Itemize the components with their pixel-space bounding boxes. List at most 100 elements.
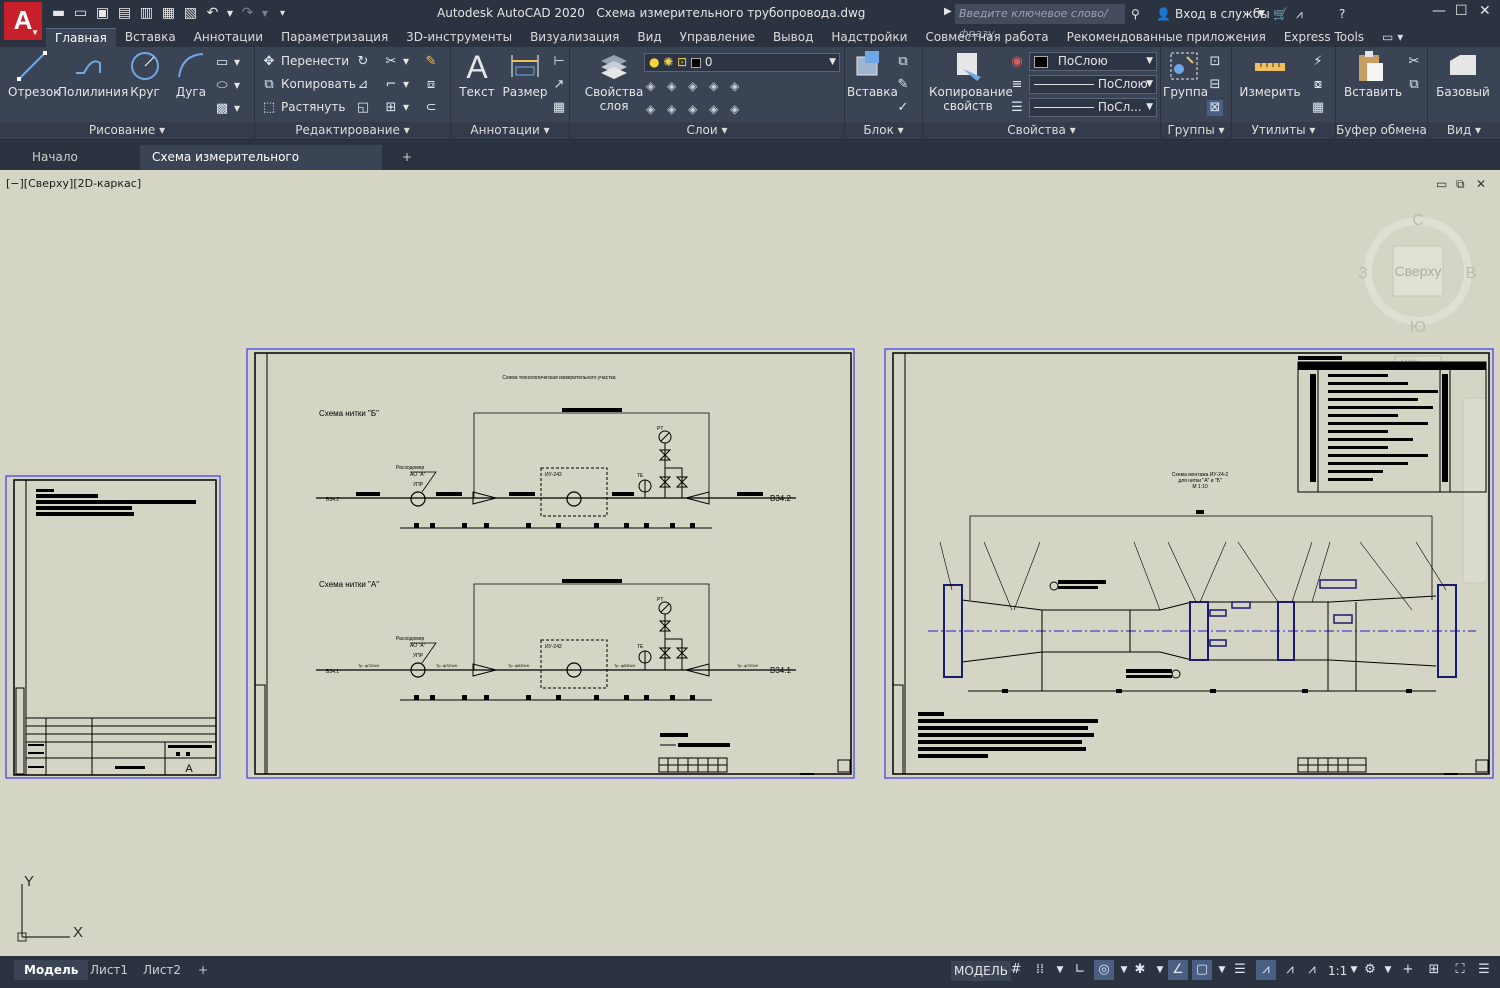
tab-addins[interactable]: Надстройки <box>822 28 916 47</box>
sheet-3-frame[interactable]: Схема монтажа ИУ-24-2 для нитки "А" и "Б… <box>884 348 1494 779</box>
tab-active-drawing[interactable]: Схема измерительного трубопровода* ✕ <box>140 145 382 189</box>
layer-tools-row2[interactable]: ◈ ◈ ◈ ◈ ◈ <box>646 100 743 118</box>
save-as-icon[interactable]: ▤ <box>116 5 133 22</box>
cart-icon[interactable]: 🛒 <box>1273 4 1288 24</box>
redo-icon[interactable]: ↷ <box>239 5 256 22</box>
tab-collaborate[interactable]: Совместная работа <box>916 28 1057 47</box>
table-button[interactable]: ▦ <box>551 98 571 116</box>
stretch-button[interactable]: ⬚ Растянуть <box>261 98 346 116</box>
minimize-button[interactable]: — <box>1432 3 1446 19</box>
binoculars-icon[interactable]: ⚲ <box>1131 4 1140 24</box>
sheet-1-frame[interactable]: A <box>5 475 221 779</box>
search-input[interactable]: Введите ключевое слово/фразу <box>955 4 1125 40</box>
panel-draw-label[interactable]: Рисование ▾ <box>0 122 254 138</box>
tab-annotate[interactable]: Аннотации <box>185 28 272 47</box>
drawing-canvas[interactable]: [−][Сверху][2D-каркас] ▭ ⧉ ✕ Сверху С Ю … <box>0 170 1500 956</box>
snap-icon[interactable]: ⁞⁞ <box>1030 960 1050 980</box>
save-web-icon[interactable]: ▦ <box>160 5 177 22</box>
mirror-button[interactable]: ⊿ <box>355 75 375 93</box>
polyline-button[interactable]: Полилиния <box>58 49 128 99</box>
undo-icon[interactable]: ↶ <box>204 5 221 22</box>
tab-3d-tools[interactable]: 3D-инструменты <box>397 28 521 47</box>
annotation-scale-icon[interactable]: ⩘ <box>1302 960 1322 980</box>
new-icon[interactable]: ▬ <box>50 5 67 22</box>
isodraft-icon[interactable]: ✱ <box>1130 960 1150 980</box>
tab-layout2[interactable]: Лист2 <box>133 960 191 980</box>
select-all-button[interactable]: ⧇ <box>1310 75 1330 93</box>
explode-button[interactable]: ⧈ <box>423 75 443 93</box>
units-icon[interactable]: ⊞ <box>1424 960 1444 980</box>
viewcube[interactable]: Сверху С Ю З В МСК <box>1358 212 1476 370</box>
help-icon[interactable]: ? <box>1339 4 1345 24</box>
signin-dropdown-icon[interactable]: ▼ <box>1258 4 1265 24</box>
copy-button[interactable]: ⧉ Копировать <box>261 75 356 93</box>
panel-annotation-label[interactable]: Аннотации ▾ <box>451 122 569 138</box>
tab-output[interactable]: Вывод <box>764 28 822 47</box>
linetype-dropdown[interactable]: ПоСлою ▼ <box>1029 75 1157 94</box>
search-expand-icon[interactable]: ▶ <box>944 6 952 17</box>
annotation-visibility-icon[interactable]: ⩘ <box>1256 960 1276 980</box>
trim-button[interactable]: ✂ ▾ <box>383 52 409 70</box>
tab-featured-apps[interactable]: Рекомендованные приложения <box>1058 28 1275 47</box>
line-button[interactable]: Отрезок <box>8 49 60 99</box>
tab-manage[interactable]: Управление <box>671 28 764 47</box>
redo-dropdown-icon[interactable]: ▼ <box>261 5 269 22</box>
measure-button[interactable]: Измерить <box>1238 49 1302 99</box>
panel-utilities-label[interactable]: Утилиты ▾ <box>1232 122 1335 138</box>
save-icon[interactable]: ▣ <box>94 5 111 22</box>
autodesk-app-icon[interactable]: ⩘ <box>1296 4 1303 24</box>
fillet-button[interactable]: ⌐ ▾ <box>383 75 409 93</box>
color-dropdown[interactable]: ПоСлою ▼ <box>1029 52 1157 71</box>
ungroup-button[interactable]: ⊡ <box>1207 52 1227 70</box>
quick-select-button[interactable]: ⚡ <box>1310 52 1330 70</box>
panel-clipboard-label[interactable]: Буфер обмена <box>1336 122 1427 138</box>
copy-clip-button[interactable]: ⧉ <box>1406 75 1426 93</box>
panel-properties-label[interactable]: Свойства ▾ <box>923 122 1160 138</box>
open-icon[interactable]: ▭ <box>72 5 89 22</box>
circle-button[interactable]: Круг <box>126 49 164 99</box>
customize-qat-icon[interactable]: ▾ <box>274 5 291 22</box>
snap-dropdown-icon[interactable]: ▼ <box>1050 960 1070 980</box>
group-button[interactable]: Группа <box>1163 49 1208 99</box>
lineweight-icon-button[interactable]: ≡ <box>1009 75 1029 93</box>
arc-button[interactable]: Дуга <box>172 49 210 99</box>
scale-button[interactable]: ◱ <box>355 98 375 116</box>
maximize-button[interactable]: ☐ <box>1455 3 1468 19</box>
erase-button[interactable]: ✎ <box>423 52 443 70</box>
calculator-button[interactable]: ▦ <box>1310 98 1330 116</box>
user-icon[interactable]: 👤 <box>1156 4 1171 24</box>
lineweight-dropdown[interactable]: ПоСл... ▼ <box>1029 98 1157 117</box>
grid-icon[interactable]: # <box>1006 960 1026 980</box>
dimension-button[interactable]: Размер <box>501 49 549 99</box>
panel-view-label[interactable]: Вид ▾ <box>1428 122 1500 138</box>
tab-view[interactable]: Вид <box>628 28 670 47</box>
tab-layout1[interactable]: Лист1 <box>80 960 138 980</box>
rotate-button[interactable]: ↻ <box>355 52 375 70</box>
group-select-button[interactable]: ⊠ <box>1207 98 1227 116</box>
object-snap-tracking-icon[interactable]: ∠ <box>1168 960 1188 980</box>
workspace-gear-icon[interactable]: ⚙ <box>1360 960 1380 980</box>
new-tab-button[interactable]: + <box>390 145 424 170</box>
navigation-bar[interactable] <box>1462 397 1488 584</box>
tab-express-tools[interactable]: Express Tools <box>1275 28 1373 47</box>
group-edit-button[interactable]: ⊟ <box>1207 75 1227 93</box>
auto-scale-icon[interactable]: ⩘ <box>1280 960 1300 980</box>
add-layout-button[interactable]: + <box>188 960 218 980</box>
panel-groups-label[interactable]: Группы ▾ <box>1161 122 1231 138</box>
rectangle-button[interactable]: ▭ ▾ <box>214 53 240 71</box>
signin-button[interactable]: Вход в службы <box>1175 4 1270 24</box>
create-block-button[interactable]: ⧉ <box>895 52 915 70</box>
panel-layers-label[interactable]: Слои ▾ <box>570 122 844 138</box>
move-button[interactable]: ✥ Перенести <box>261 52 349 70</box>
layer-tools-row1[interactable]: ◈ ◈ ◈ ◈ ◈ <box>646 77 743 95</box>
sheet-2-frame[interactable]: Схема технологическая измерительного уча… <box>246 348 855 779</box>
plot-icon[interactable]: ▧ <box>182 5 199 22</box>
isodraft-dropdown-icon[interactable]: ▼ <box>1150 960 1170 980</box>
paste-button[interactable]: Вставить <box>1344 49 1402 99</box>
customize-statusbar-icon[interactable]: ☰ <box>1474 960 1494 980</box>
workspace-dropdown-icon[interactable]: ▼ <box>1378 960 1398 980</box>
tab-parametric[interactable]: Параметризация <box>272 28 397 47</box>
offset-button[interactable]: ⊂ <box>423 98 443 116</box>
object-snap-icon[interactable]: ▢ <box>1192 960 1212 980</box>
tab-insert[interactable]: Вставка <box>116 28 185 47</box>
